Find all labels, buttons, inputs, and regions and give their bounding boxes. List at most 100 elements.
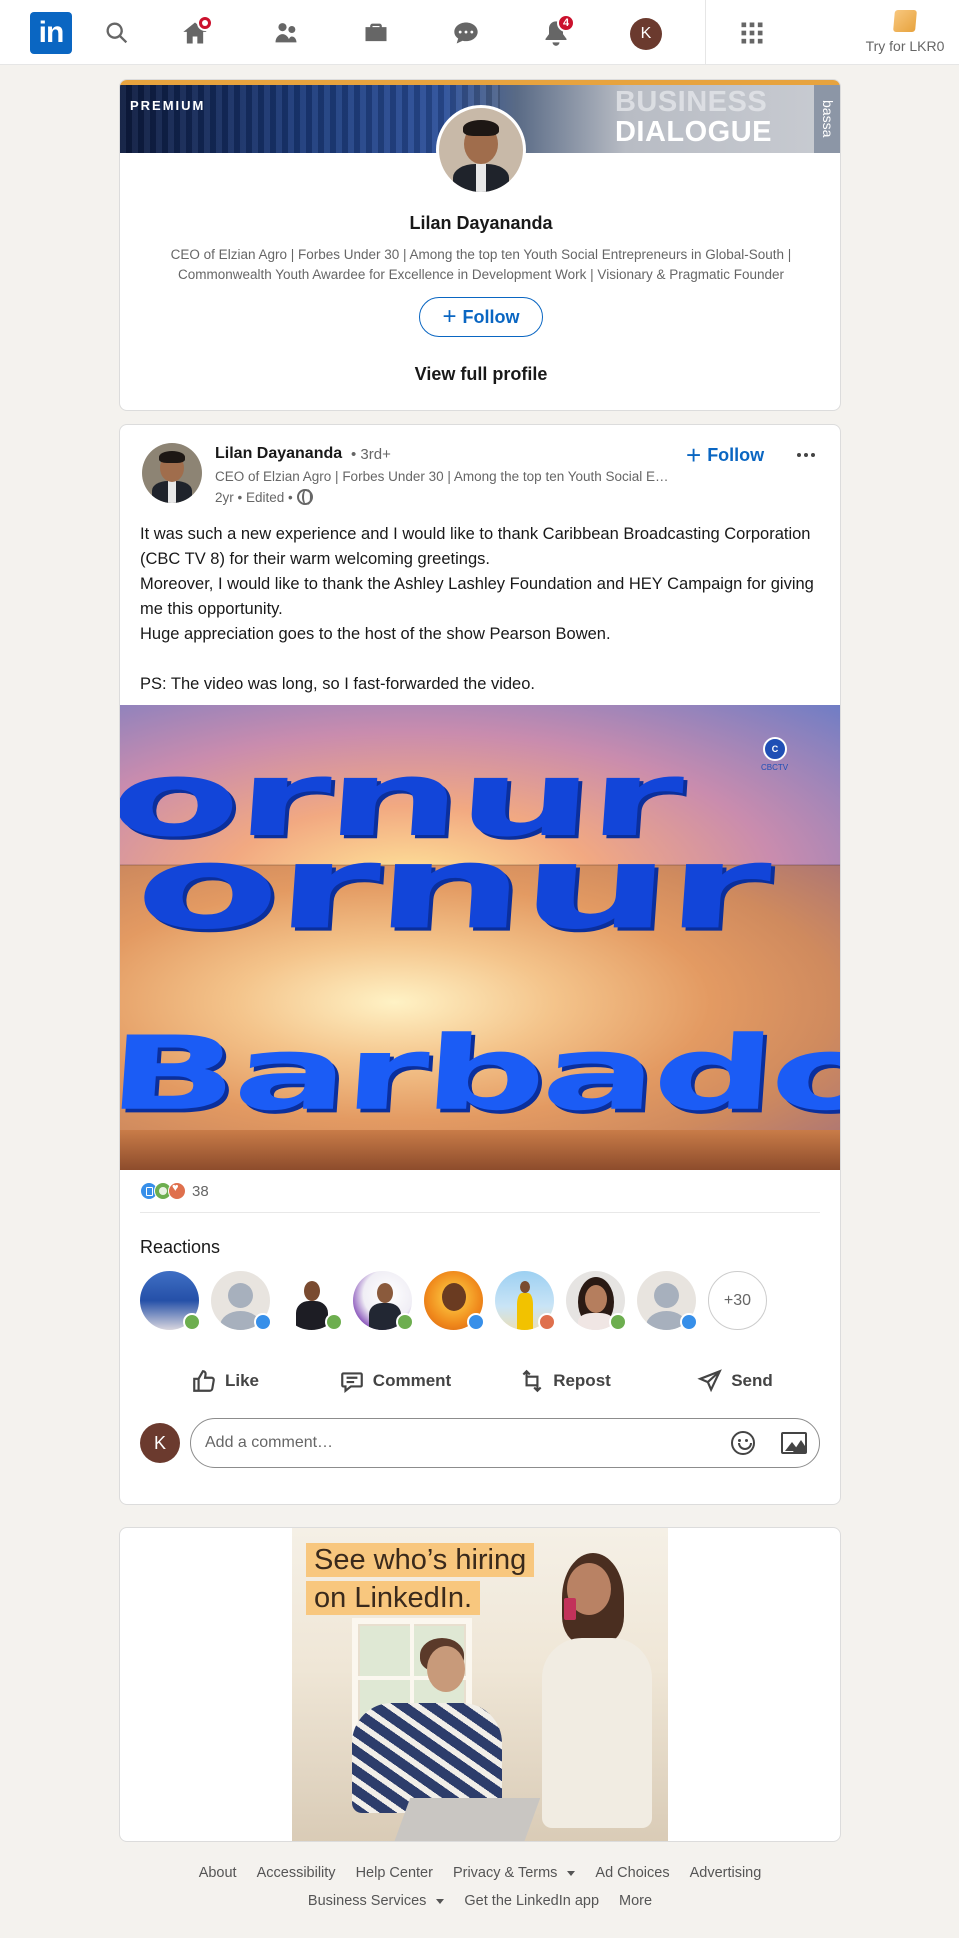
post-meta-text: 2yr • Edited • — [215, 489, 293, 505]
avatar-shirt — [476, 164, 486, 192]
profile-name[interactable]: Lilan Dayananda — [120, 213, 840, 234]
like-label: Like — [224, 1371, 260, 1390]
like-reaction-icon — [254, 1313, 272, 1331]
footer-link-help-center[interactable]: Help Center — [356, 1865, 433, 1881]
comment-box — [190, 1418, 820, 1468]
ad-headline-line2: on LinkedIn. — [306, 1581, 481, 1615]
post-text-line: It was such a new experience and I would… — [140, 525, 811, 568]
footer-row-1: About Accessibility Help Center Privacy … — [119, 1865, 841, 1881]
author-shirt — [168, 481, 176, 503]
post-follow-button[interactable]: + Follow — [686, 437, 764, 473]
privacy-terms-label: Privacy & Terms — [452, 1865, 558, 1881]
reactor-avatar[interactable] — [282, 1271, 343, 1331]
search-icon[interactable] — [99, 15, 135, 51]
footer: About Accessibility Help Center Privacy … — [119, 1865, 841, 1921]
author-hair — [159, 451, 185, 463]
comment-button[interactable]: Comment — [310, 1355, 480, 1407]
reactor-avatar[interactable] — [637, 1271, 698, 1331]
comment-icon — [340, 1372, 363, 1394]
commenter-avatar[interactable]: K — [140, 1423, 180, 1463]
post-text-line: Huge appreciation goes to the host of th… — [140, 625, 611, 643]
feed-post: Lilan Dayananda • 3rd+ CEO of Elzian Agr… — [119, 424, 841, 1505]
post-actions: Like Comment Repost Send — [140, 1355, 820, 1407]
post-text-line: PS: The video was long, so I fast-forwar… — [140, 675, 535, 693]
reactor-avatar[interactable] — [211, 1271, 272, 1331]
post-author-avatar[interactable] — [142, 443, 202, 503]
jobs-icon[interactable] — [358, 15, 394, 51]
messaging-icon[interactable] — [448, 15, 484, 51]
me-avatar[interactable]: K — [630, 18, 662, 50]
post-author-name[interactable]: Lilan Dayananda — [215, 445, 342, 463]
profile-follow-button[interactable]: + Follow — [419, 297, 543, 337]
ad-person-1-head — [427, 1646, 465, 1692]
footer-link-privacy-terms[interactable]: Privacy & Terms — [452, 1865, 576, 1881]
view-full-profile-link[interactable]: View full profile — [120, 364, 840, 385]
profile-avatar[interactable] — [436, 105, 526, 195]
notifications-badge: 4 — [557, 14, 575, 32]
love-reaction-icon — [538, 1313, 556, 1331]
ad-image[interactable]: See who’s hiring on LinkedIn. — [292, 1528, 668, 1841]
send-icon — [697, 1369, 723, 1393]
banner-side-text: bassa — [814, 85, 840, 153]
footer-link-get-app[interactable]: Get the LinkedIn app — [464, 1893, 599, 1909]
reactor-avatar[interactable] — [424, 1271, 485, 1331]
like-reaction-icon — [680, 1313, 698, 1331]
apps-grid-icon[interactable] — [734, 15, 770, 51]
try-premium-link[interactable]: Try for LKR0 — [855, 10, 955, 60]
footer-link-business-services[interactable]: Business Services — [307, 1893, 445, 1909]
try-premium-label: Try for LKR0 — [865, 38, 945, 54]
post-author-headline: CEO of Elzian Agro | Forbes Under 30 | A… — [215, 469, 675, 484]
thumbs-up-icon — [193, 1370, 215, 1392]
globe-icon — [296, 489, 313, 505]
cbc-logo-icon: C — [763, 737, 787, 761]
home-icon[interactable] — [177, 15, 213, 51]
ad-phone-graphic — [564, 1598, 576, 1620]
like-reaction-icon — [467, 1313, 485, 1331]
support-reaction-icon — [183, 1313, 201, 1331]
my-network-icon[interactable] — [268, 15, 304, 51]
reactions-title: Reactions — [140, 1237, 221, 1257]
footer-link-accessibility[interactable]: Accessibility — [257, 1865, 336, 1881]
post-text-line — [140, 647, 820, 672]
ad-headline-line1: See who’s hiring — [306, 1543, 535, 1577]
ad-card: See who’s hiring on LinkedIn. — [119, 1527, 841, 1842]
emoji-icon[interactable] — [731, 1431, 755, 1455]
business-services-label: Business Services — [307, 1893, 427, 1909]
reactor-avatar[interactable] — [566, 1271, 627, 1331]
footer-link-more[interactable]: More — [619, 1893, 652, 1909]
repost-label: Repost — [553, 1371, 611, 1390]
post-meta: 2yr • Edited • — [215, 489, 313, 505]
chevron-down-icon — [436, 1898, 445, 1904]
comment-input[interactable] — [205, 1419, 705, 1467]
post-follow-label: Follow — [707, 444, 765, 465]
reactor-avatar[interactable] — [140, 1271, 201, 1331]
profile-headline: CEO of Elzian Agro | Forbes Under 30 | A… — [170, 247, 792, 282]
more-reactors-button[interactable]: +30 — [708, 1271, 767, 1330]
reactions-summary[interactable]: 38 — [140, 1182, 209, 1200]
send-button[interactable]: Send — [650, 1355, 820, 1407]
post-author-degree: • 3rd+ — [351, 446, 391, 463]
image-icon[interactable] — [781, 1432, 807, 1454]
support-reaction-icon — [396, 1313, 414, 1331]
linkedin-logo[interactable]: in — [30, 12, 72, 54]
reaction-count[interactable]: 38 — [192, 1183, 209, 1200]
plus-icon: + — [686, 440, 702, 470]
footer-link-ad-choices[interactable]: Ad Choices — [595, 1865, 669, 1881]
footer-link-about[interactable]: About — [199, 1865, 237, 1881]
video-ground — [120, 1130, 840, 1170]
post-video[interactable]: ornur ornur Barbado C CBCTV — [120, 705, 840, 1170]
notifications-icon[interactable]: 4 — [538, 14, 575, 51]
profile-follow-label: Follow — [462, 306, 520, 327]
like-button[interactable]: Like — [140, 1355, 310, 1407]
footer-link-advertising[interactable]: Advertising — [690, 1865, 762, 1881]
divider — [140, 1212, 820, 1213]
reactors-list: +30 — [140, 1271, 767, 1331]
comment-label: Comment — [372, 1371, 452, 1390]
post-text: It was such a new experience and I would… — [140, 522, 820, 697]
reactor-avatar[interactable] — [353, 1271, 414, 1331]
repost-button[interactable]: Repost — [480, 1355, 650, 1407]
reactor-avatar[interactable] — [495, 1271, 556, 1331]
premium-label: PREMIUM — [130, 98, 206, 113]
more-options-icon[interactable] — [788, 439, 824, 471]
ad-person-1-body — [352, 1703, 502, 1813]
